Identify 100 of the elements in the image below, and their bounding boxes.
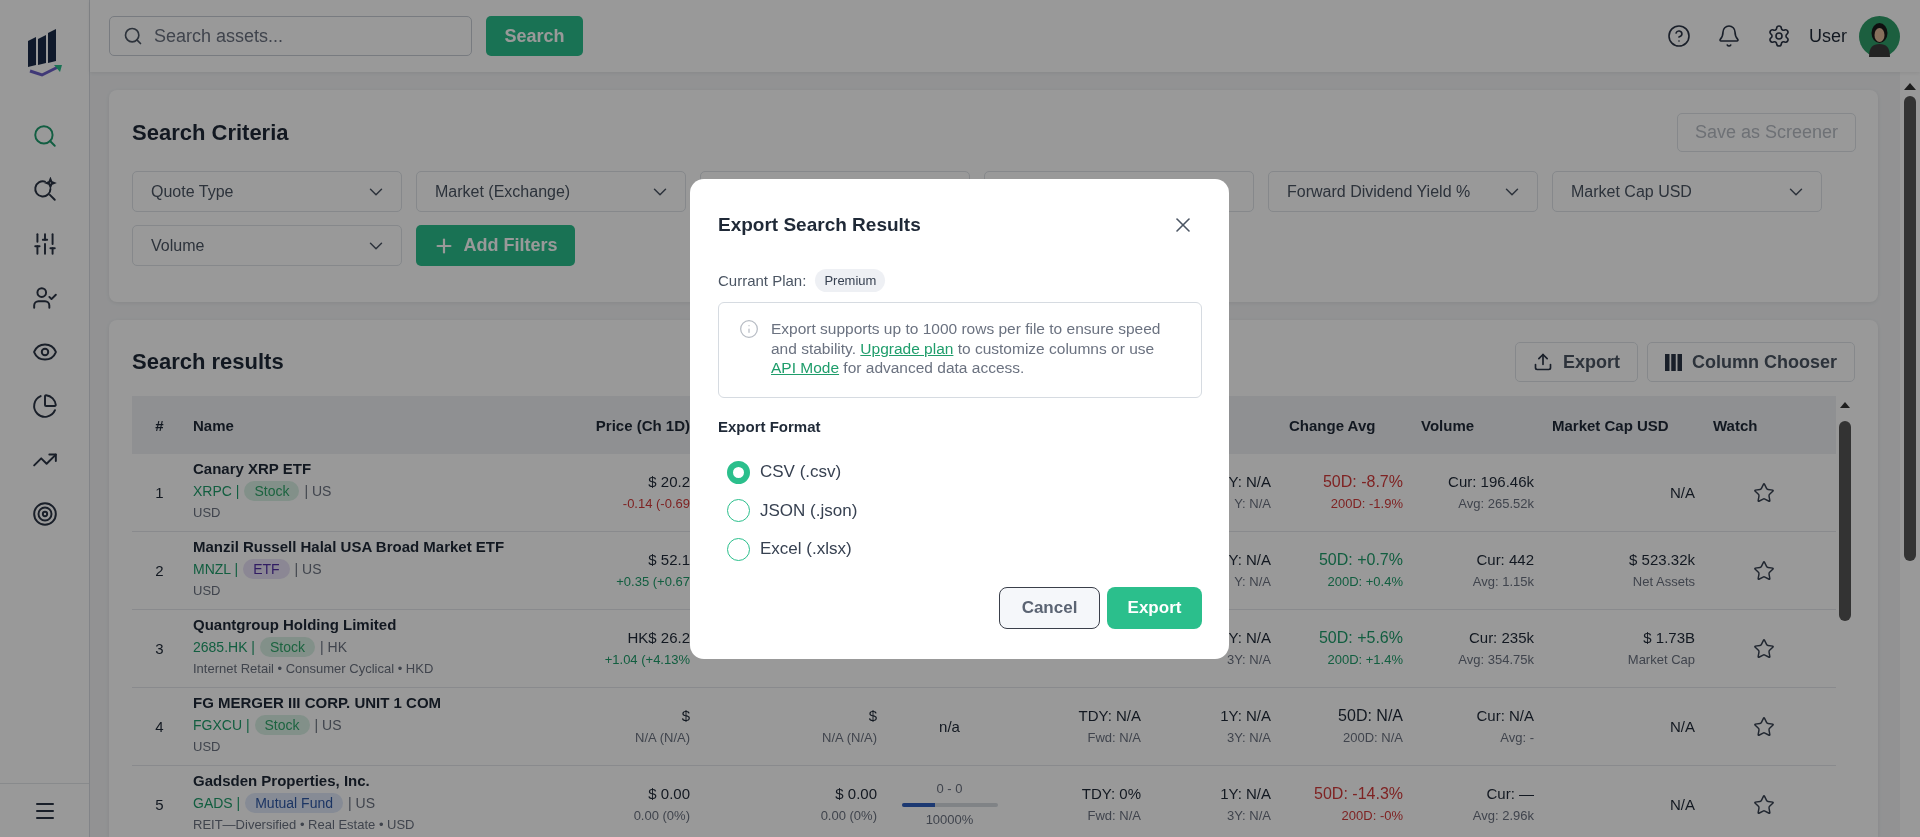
volume-value: Cur: 442 xyxy=(1476,551,1534,569)
column-header[interactable]: # xyxy=(132,396,187,454)
market-cap-value: $ 1.73B xyxy=(1643,629,1695,647)
column-6-detail: 3Y: N/A xyxy=(1226,652,1271,668)
bell-icon xyxy=(1717,24,1741,48)
watch-star-button[interactable] xyxy=(1753,481,1775,504)
column-header[interactable]: Volume xyxy=(1415,396,1546,454)
market-cap-detail: Market Cap xyxy=(1627,652,1695,668)
table-cell: 1 xyxy=(132,454,187,532)
column-6-value: 1Y: N/A xyxy=(1220,785,1271,803)
column-6-detail: 3Y: N/A xyxy=(1226,730,1271,746)
column-3-value: $ xyxy=(868,707,877,725)
volume-detail: Avg: 2.96k xyxy=(1472,808,1534,824)
card-title: Search Criteria xyxy=(132,119,289,146)
ticker-link[interactable]: MNZL | xyxy=(193,561,239,577)
radio-button[interactable] xyxy=(727,460,750,484)
logo-icon xyxy=(25,27,64,79)
table-cell: 2 xyxy=(132,532,187,610)
settings-button[interactable] xyxy=(1767,24,1791,48)
asset-name: Manzil Russell Halal USA Broad Market ETF xyxy=(193,538,505,555)
ticker-link[interactable]: 2685.HK | xyxy=(193,639,255,655)
ticker-link[interactable]: FGXCU | xyxy=(193,717,250,733)
card-title: Search results xyxy=(132,349,284,375)
range-percent: 10000% xyxy=(925,812,974,828)
region-text: | HK xyxy=(320,639,347,655)
star-icon xyxy=(1753,793,1775,816)
column-6-detail: Y: N/A xyxy=(1234,496,1271,512)
help-button[interactable] xyxy=(1667,24,1691,48)
volume-detail: Avg: 265.52k xyxy=(1458,496,1534,512)
scrollbar-thumb[interactable] xyxy=(1839,421,1851,621)
dialog-title: Export Search Results xyxy=(718,214,921,236)
scrollbar-thumb[interactable] xyxy=(1904,96,1916,561)
type-tag: Stock xyxy=(244,481,300,501)
cancel-button[interactable]: Cancel xyxy=(999,586,1100,629)
price-value: $ 20.2 xyxy=(648,473,690,491)
change-avg-value: 50D: N/A xyxy=(1338,706,1403,726)
filter-dropdown[interactable]: Market (Exchange) xyxy=(416,171,686,212)
column-6-value: Y: N/A xyxy=(1228,629,1271,647)
help-icon xyxy=(1667,24,1691,48)
export-confirm-button[interactable]: Export xyxy=(1107,586,1202,629)
page-scrollbar[interactable] xyxy=(1900,72,1920,837)
star-icon xyxy=(1753,559,1775,582)
scroll-up-arrow-icon[interactable] xyxy=(1838,400,1852,410)
price-value: $ 0.00 xyxy=(648,785,690,803)
watch-star-button[interactable] xyxy=(1753,793,1775,816)
watch-star-button[interactable] xyxy=(1753,637,1775,660)
filter-dropdown[interactable]: Quote Type xyxy=(132,171,402,212)
format-option[interactable]: Excel (.xlsx) xyxy=(727,530,1202,569)
filter-dropdown[interactable]: Market Cap USD xyxy=(1552,171,1822,212)
asset-name: Gadsden Properties, Inc. xyxy=(193,772,370,789)
info-icon xyxy=(739,319,759,339)
column-header[interactable]: Watch xyxy=(1707,396,1836,454)
radio-button[interactable] xyxy=(727,499,750,523)
filter-dropdown[interactable]: Forward Dividend Yield % xyxy=(1268,171,1538,212)
region-text: | US xyxy=(314,717,342,733)
watch-star-button[interactable] xyxy=(1753,559,1775,582)
watch-star-button[interactable] xyxy=(1753,715,1775,738)
plan-badge: Premium xyxy=(815,269,886,292)
notice-link[interactable]: Upgrade plan xyxy=(860,339,954,357)
format-option[interactable]: CSV (.csv) xyxy=(727,453,1202,492)
column-header[interactable]: Change Avg xyxy=(1283,396,1415,454)
avatar[interactable] xyxy=(1859,15,1900,57)
market-cap-value: N/A xyxy=(1670,795,1695,814)
radio-button[interactable] xyxy=(727,537,750,561)
market-cap-detail: Net Assets xyxy=(1632,574,1695,590)
change-avg-detail: 200D: -1.9% xyxy=(1330,497,1403,513)
filter-dropdown[interactable]: Volume xyxy=(132,225,402,266)
column-header[interactable]: Name xyxy=(187,396,560,454)
ticker-link[interactable]: XRPC | xyxy=(193,483,240,499)
asset-detail: USD xyxy=(193,739,221,754)
price-value: HK$ 26.2 xyxy=(627,629,690,647)
price-detail: +1.04 (+4.13% xyxy=(604,652,690,668)
change-avg-value: 50D: +0.7% xyxy=(1318,550,1403,570)
columns-icon xyxy=(1665,353,1682,371)
column-6-value: Y: N/A xyxy=(1228,551,1271,569)
column-chooser-button[interactable]: Column Chooser xyxy=(1647,342,1855,382)
column-header[interactable]: Market Cap USD xyxy=(1546,396,1707,454)
volume-detail: Avg: - xyxy=(1500,730,1534,746)
format-option[interactable]: JSON (.json) xyxy=(727,491,1202,530)
change-avg-value: 50D: -14.3% xyxy=(1314,784,1403,804)
type-tag: ETF xyxy=(243,559,290,579)
column-5-value: TDY: 0% xyxy=(1081,785,1141,803)
volume-value: Cur: 235k xyxy=(1468,629,1534,647)
upload-icon xyxy=(1532,352,1553,372)
volume-value: Cur: N/A xyxy=(1476,707,1534,725)
search-field[interactable]: Search assets... xyxy=(109,16,472,56)
column-5-detail: Fwd: N/A xyxy=(1087,808,1141,824)
export-button[interactable]: Export xyxy=(1514,342,1638,382)
price-detail: -0.14 (-0.69 xyxy=(622,496,690,512)
market-cap-value: N/A xyxy=(1670,717,1695,736)
ticker-link[interactable]: GADS | xyxy=(193,795,241,811)
change-avg-value: 50D: -8.7% xyxy=(1322,472,1403,492)
user-name[interactable]: User xyxy=(1809,25,1847,47)
notifications-button[interactable] xyxy=(1717,24,1741,48)
range-label: 0 - 0 xyxy=(936,781,963,797)
price-value: $ xyxy=(681,707,690,725)
column-3-detail: 0.00 (0%) xyxy=(820,808,877,824)
notice-link[interactable]: API Mode xyxy=(771,359,840,376)
asset-detail: USD xyxy=(193,505,221,520)
asset-name: FG MERGER III CORP. UNIT 1 COM xyxy=(193,694,442,711)
